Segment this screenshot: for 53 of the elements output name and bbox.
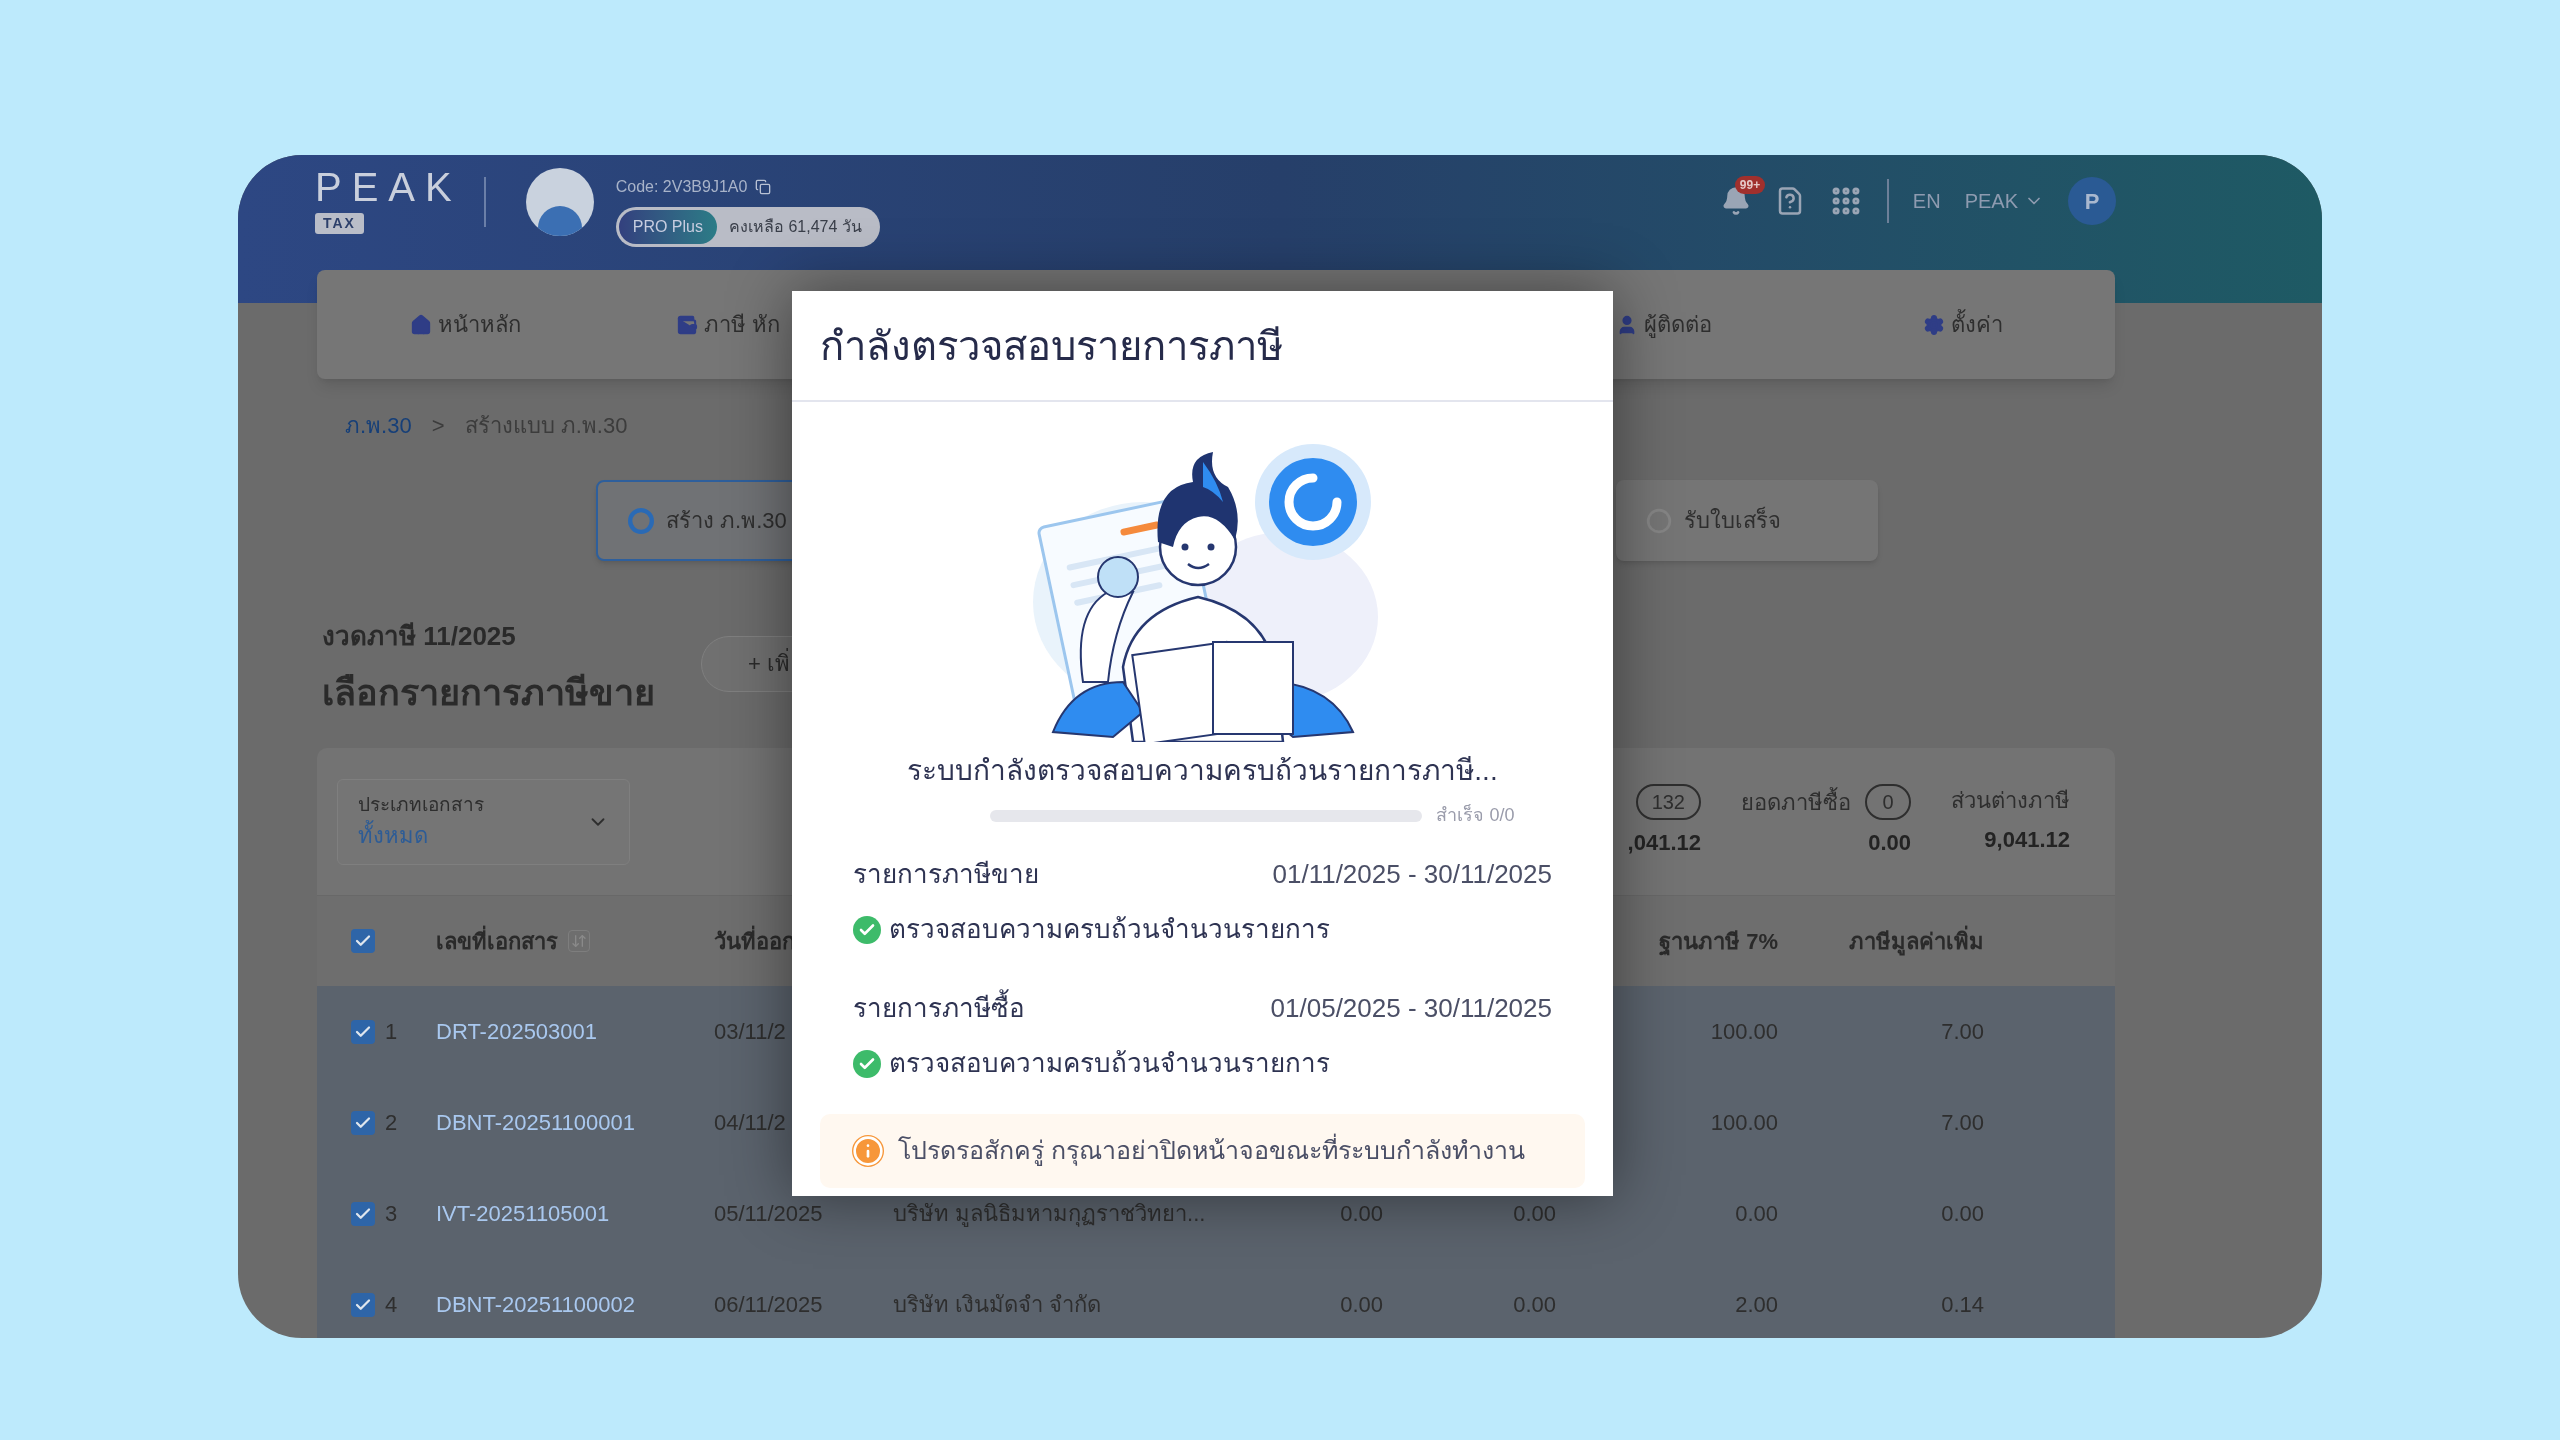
table-cell-text: บริษัท มูลนิธิมหามกุฏราชวิทยา... [893,1200,1207,1229]
section-title: รายการภาษีขาย [853,858,1039,891]
step-label: รับใบเสร็จ [1684,505,1781,535]
tax-period: งวดภาษี 11/2025 [322,620,517,653]
summary-amount: ,041.12 [1627,829,1701,857]
table-cell-text: 7.00 [1940,1018,1984,1046]
row-number: 3 [385,1200,398,1228]
status-text: ระบบกำลังตรวจสอบความครบถ้วนรายการภาษี... [907,754,1498,788]
breadcrumb-separator: > [431,412,445,440]
date-range: 01/11/2025 - 30/11/2025 [1272,858,1552,891]
remaining-days: คงเหลือ 61,474 วัน [728,215,862,239]
column-header: ภาษีมูลค่าเพิ่ม [1778,924,1984,958]
row-number: 4 [385,1291,398,1319]
progress-label: สำเร็จ 0/0 [1436,803,1515,827]
count-badge: 132 [1635,784,1701,820]
column-header: เลขที่เอกสาร [436,924,558,958]
check-label: ตรวจสอบความครบถ้วนจำนวนรายการ [889,913,1330,946]
notification-count: 99+ [1734,176,1766,194]
page-heading: เลือกรายการภาษีขาย [322,671,655,715]
table-cell-text: 03/11/2 [714,1018,787,1046]
count-badge: 0 [1865,784,1911,820]
summary-label: ยอดภาษีซื้อ [1741,786,1851,817]
row-number: 1 [385,1018,398,1046]
logo-badge: TAX [315,213,364,234]
column-header: ฐานภาษี 7% [1658,927,1778,958]
table-cell-text: 0.00 [1512,1200,1556,1228]
summary-amount: 9,041.12 [1984,826,2070,854]
table-cell-text: 0.14 [1940,1291,1984,1319]
notice-text: โปรดรอสักครู่ กรุณาอย่าปิดหน้าจอขณะที่ระบบกำลังทำงาน [898,1132,1525,1170]
table-cell-text: 04/11/2 [714,1109,787,1137]
table-cell-text: 0.00 [1940,1200,1984,1228]
row-number: 2 [385,1109,398,1137]
table-cell-text: 0.00 [1512,1291,1556,1319]
table-cell-text: 0.00 [1339,1291,1383,1319]
table-cell-text: 100.00 [1709,1109,1778,1137]
table-cell-text: 0.00 [1339,1200,1383,1228]
dialog-title: กำลังตรวจสอบรายการภาษี [820,322,1283,370]
check-label: ตรวจสอบความครบถ้วนจำนวนรายการ [889,1047,1330,1080]
table-cell-text: 100.00 [1709,1018,1778,1046]
table-cell-text: 05/11/2025 [714,1200,824,1228]
step-label: สร้าง ภ.พ.30 [666,507,787,535]
section-title: รายการภาษีซื้อ [853,989,1025,1028]
table-cell-text: 2.00 [1734,1291,1778,1319]
company-code: Code: 2V3B9J1A0 [615,177,748,197]
table-cell-text: บริษัท เงินมัดจำ จำกัด [893,1291,1103,1319]
summary-amount: 0.00 [1868,829,1911,857]
table-cell-text: 0.00 [1734,1200,1778,1228]
logo: PEAK [315,165,462,209]
table-cell-text: 7.00 [1940,1109,1984,1137]
plan-label: PRO Plus [618,210,717,244]
date-range: 01/05/2025 - 30/11/2025 [1270,992,1552,1025]
summary-label: ส่วนต่างภาษี [1951,787,2070,815]
table-cell-text: 06/11/2025 [714,1291,824,1319]
